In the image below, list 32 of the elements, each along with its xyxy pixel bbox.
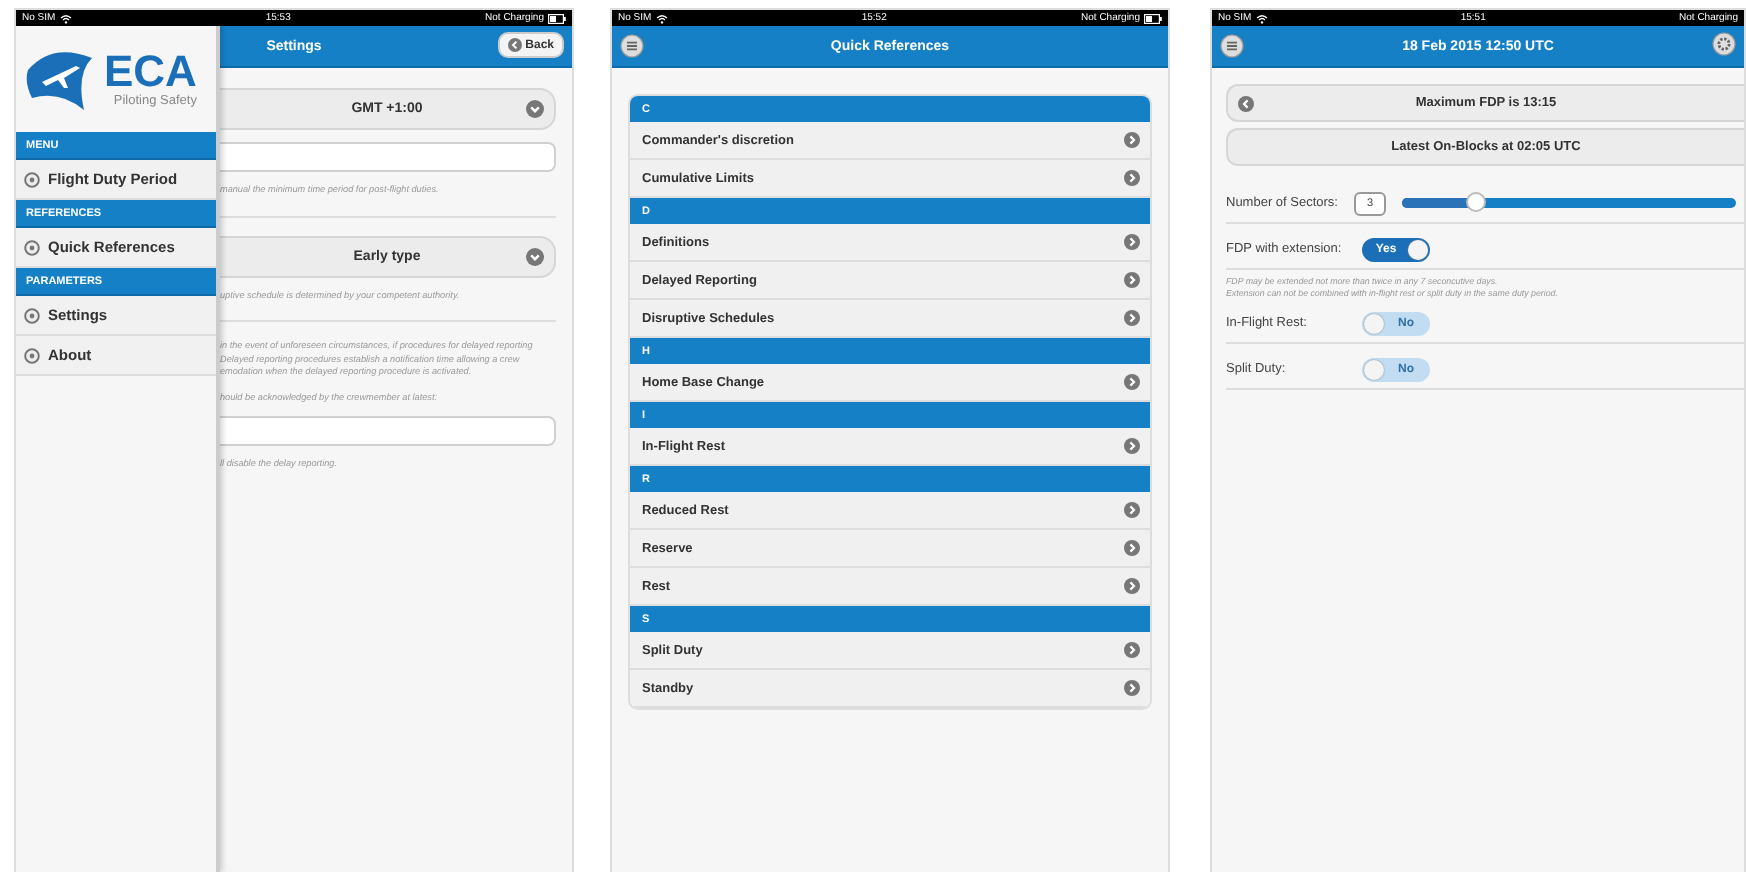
input-field[interactable] [220,142,556,172]
battery-icon [548,13,566,23]
chevron-right-icon [1124,234,1140,250]
chevron-right-icon [1124,132,1140,148]
back-arrow-icon [1238,96,1254,112]
chevron-right-icon [1124,540,1140,556]
settings-icon[interactable] [1712,32,1736,56]
chevron-right-icon [1124,374,1140,390]
chevron-right-icon [1124,642,1140,658]
back-arrow-icon [507,38,522,52]
chevron-down-icon [526,100,544,118]
battery-icon [1144,13,1162,23]
slider-track[interactable] [1402,198,1736,208]
logo-text: ECA [104,50,197,94]
input-field[interactable] [220,416,556,446]
wifi-icon [1255,13,1268,23]
wifi-icon [655,13,668,23]
menu-icon[interactable] [1220,34,1244,58]
ring-icon [24,347,40,363]
ring-icon [24,307,40,323]
menu-icon[interactable] [620,34,644,58]
chevron-down-icon [526,247,544,265]
chevron-right-icon [1124,438,1140,454]
chevron-right-icon [1124,170,1140,186]
chevron-right-icon [1124,272,1140,288]
ring-icon [24,239,40,255]
chevron-right-icon [1124,310,1140,326]
chevron-right-icon [1124,502,1140,518]
slider-thumb[interactable] [1465,192,1486,212]
chevron-right-icon [1124,578,1140,594]
chevron-right-icon [1124,680,1140,696]
ring-icon [24,171,40,187]
